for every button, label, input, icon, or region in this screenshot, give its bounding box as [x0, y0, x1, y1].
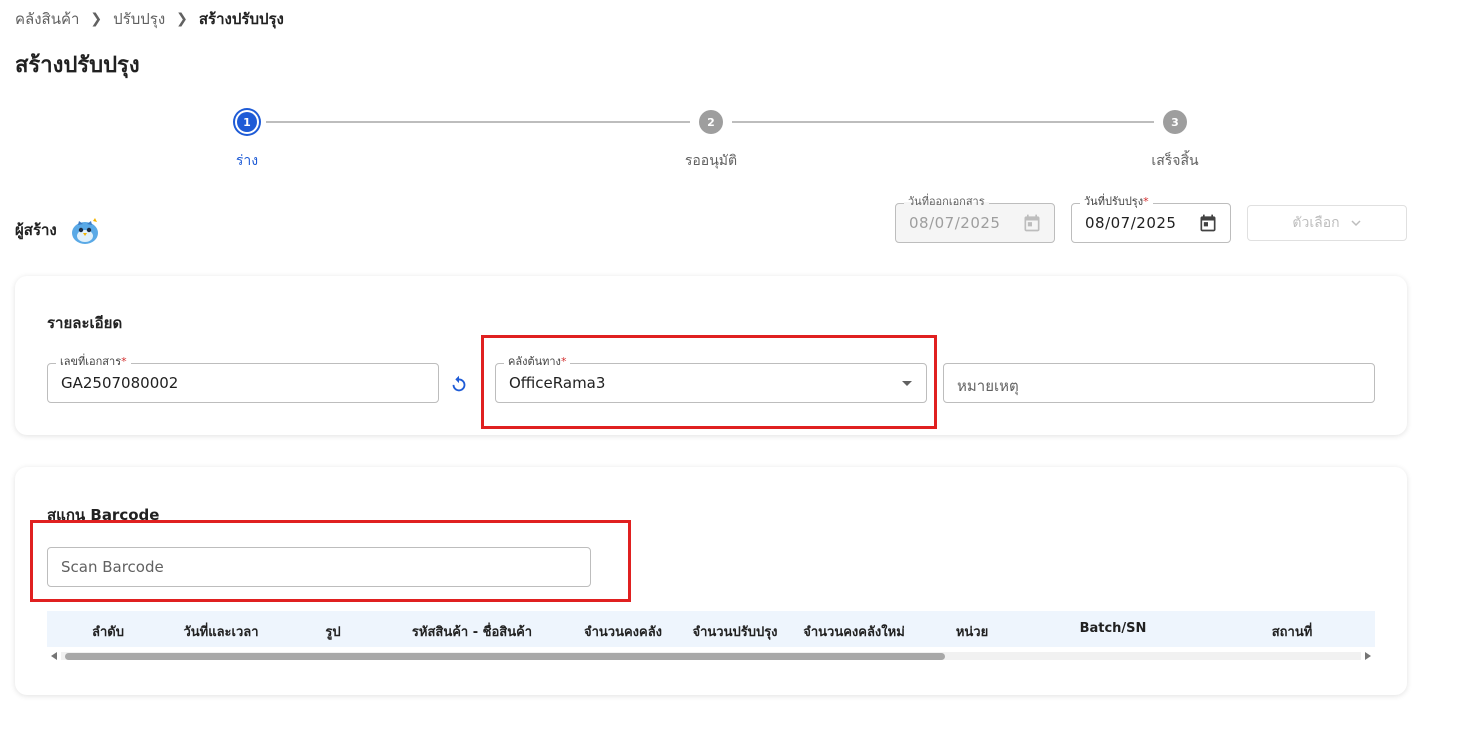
remark-input[interactable]: หมายเหตุ	[943, 363, 1375, 403]
col-sequence: ลำดับ	[92, 625, 124, 640]
creator: ผู้สร้าง	[15, 212, 103, 248]
col-image: รูป	[325, 625, 341, 640]
col-unit: หน่วย	[955, 625, 989, 640]
table-header: ลำดับ วันที่และเวลา รูป รหัสสินค้า - ชื่…	[47, 611, 1375, 647]
step-2-circle: 2	[699, 110, 723, 134]
calendar-icon	[1024, 214, 1040, 232]
doc-number-field[interactable]: เลขที่เอกสาร* GA2507080002	[47, 355, 439, 403]
step-2-label: รออนุมัติ	[684, 153, 738, 169]
col-batch-sn: Batch/SN	[1079, 621, 1147, 636]
doc-number-label: เลขที่เอกสาร*	[56, 355, 131, 369]
col-datetime: วันที่และเวลา	[183, 625, 259, 640]
step-1-circle: 1	[237, 112, 257, 132]
remark-placeholder: หมายเหตุ	[957, 377, 1019, 395]
doc-number-value: GA2507080002	[61, 374, 179, 392]
issue-date-value: 08/07/2025	[909, 214, 1001, 232]
col-adjust-qty: จำนวนปรับปรุง	[692, 625, 778, 640]
col-product: รหัสสินค้า - ชื่อสินค้า	[411, 625, 533, 640]
table-horizontal-scrollbar[interactable]	[47, 649, 1375, 663]
breadcrumb-adjustment[interactable]: ปรับปรุง	[113, 7, 165, 31]
options-button[interactable]: ตัวเลือก	[1247, 205, 1407, 241]
chevron-down-icon	[1351, 220, 1361, 227]
highlight-scan-barcode	[30, 520, 631, 602]
details-title: รายละเอียด	[47, 314, 123, 332]
scroll-thumb[interactable]	[65, 653, 945, 660]
step-3-label: เสร็จสิ้น	[1151, 153, 1199, 169]
issue-date-field: วันที่ออกเอกสาร 08/07/2025	[895, 195, 1055, 243]
adjust-date-label: วันที่ปรับปรุง*	[1080, 195, 1153, 209]
adjust-date-field[interactable]: วันที่ปรับปรุง* 08/07/2025	[1071, 195, 1231, 243]
adjust-date-value: 08/07/2025	[1085, 214, 1177, 232]
step-connector	[266, 121, 690, 123]
refresh-icon[interactable]	[448, 373, 470, 395]
col-stock-qty: จำนวนคงคลัง	[583, 625, 663, 640]
breadcrumb-current: สร้างปรับปรุง	[198, 10, 284, 28]
scroll-left-icon[interactable]	[51, 652, 57, 660]
col-new-stock-qty: จำนวนคงคลังใหม่	[803, 625, 905, 640]
calendar-icon[interactable]	[1198, 213, 1218, 233]
stepper: 1 2 3 ร่าง รออนุมัติ เสร็จสิ้น	[0, 108, 1482, 178]
breadcrumb-warehouse[interactable]: คลังสินค้า	[15, 7, 79, 31]
bird-avatar-icon	[71, 218, 98, 244]
scroll-right-icon[interactable]	[1365, 652, 1371, 660]
step-connector	[732, 121, 1154, 123]
col-location: สถานที่	[1271, 625, 1313, 640]
page-title: สร้างปรับปรุง	[15, 53, 140, 78]
issue-date-label: วันที่ออกเอกสาร	[904, 195, 989, 209]
step-3-circle: 3	[1163, 110, 1187, 134]
chevron-right-icon: ❯	[90, 11, 103, 27]
creator-label: ผู้สร้าง	[15, 221, 57, 239]
step-1-label: ร่าง	[235, 153, 259, 169]
breadcrumb: คลังสินค้า ❯ ปรับปรุง ❯ สร้างปรับปรุง	[15, 7, 284, 31]
highlight-source-warehouse	[481, 335, 937, 429]
options-button-label: ตัวเลือก	[1292, 215, 1340, 231]
chevron-right-icon: ❯	[176, 11, 188, 27]
